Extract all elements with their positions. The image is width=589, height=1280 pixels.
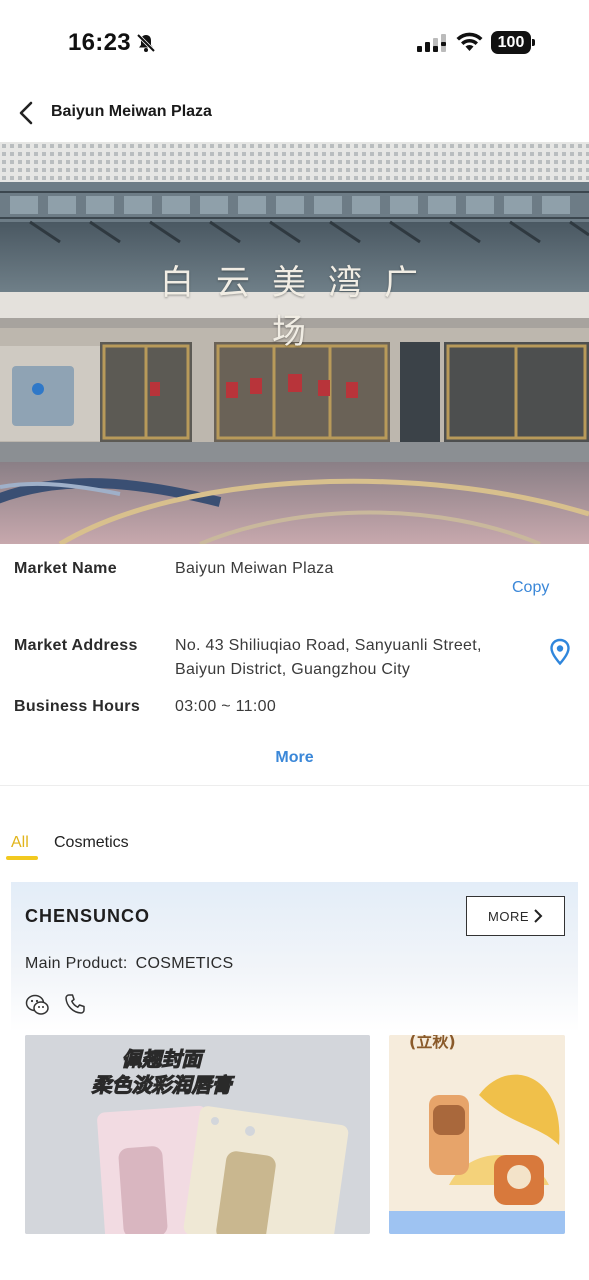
chevron-right-icon — [534, 909, 543, 923]
store-name: CHENSUNCO — [25, 906, 151, 926]
main-product: Main Product: COSMETICS — [25, 955, 233, 973]
tab-cosmetics[interactable]: Cosmetics — [54, 834, 129, 852]
nav-bar: Baiyun Meiwan Plaza — [0, 84, 589, 142]
market-photo: 白云美湾广场 — [0, 142, 589, 544]
battery-level: 100 — [491, 31, 531, 54]
battery-icon: 100 — [491, 31, 535, 54]
status-bar: 16:23 100 — [0, 0, 589, 84]
business-hours-label: Business Hours — [14, 698, 141, 715]
status-time: 16:23 — [68, 29, 131, 56]
back-chevron-icon[interactable] — [14, 98, 38, 128]
tab-all[interactable]: All — [11, 834, 29, 852]
svg-text:(立秋): (立秋) — [409, 1035, 456, 1051]
market-info: Market Name Baiyun Meiwan Plaza Copy Mar… — [0, 544, 589, 786]
main-product-value: COSMETICS — [135, 955, 234, 972]
signal-icon — [417, 34, 446, 52]
market-name-value: Baiyun Meiwan Plaza — [175, 560, 334, 577]
product-caption-line-1: 佩翘封面 — [121, 1047, 202, 1072]
wechat-icon[interactable] — [25, 993, 50, 1017]
bell-slash-icon — [136, 33, 156, 53]
product-image[interactable]: 佩翘封面 柔色淡彩润唇膏 — [25, 1035, 370, 1234]
category-tabs: All Cosmetics — [0, 826, 589, 866]
market-address-value: No. 43 Shiliuqiao Road, Sanyuanli Street… — [175, 634, 535, 682]
market-address-label: Market Address — [14, 637, 138, 654]
copy-button[interactable]: Copy — [512, 579, 549, 597]
wifi-icon — [456, 32, 483, 51]
active-tab-indicator — [6, 856, 38, 860]
store-card[interactable]: CHENSUNCO MORE Main Product: COSMETICS 佩翘… — [11, 882, 578, 1280]
more-info-button[interactable]: More — [0, 749, 589, 767]
address-line-2: Baiyun District, Guangzhou City — [175, 661, 411, 678]
address-line-1: No. 43 Shiliuqiao Road, Sanyuanli Street… — [175, 637, 482, 654]
main-product-label: Main Product: — [25, 955, 128, 972]
page-title: Baiyun Meiwan Plaza — [51, 103, 212, 120]
market-sign-text: 白云美湾广场 — [160, 263, 440, 352]
product-caption-line-2: 柔色淡彩润唇膏 — [91, 1073, 232, 1098]
store-more-button[interactable]: MORE — [466, 896, 565, 936]
market-name-label: Market Name — [14, 560, 117, 577]
phone-icon[interactable] — [64, 993, 86, 1015]
location-pin-icon[interactable] — [549, 638, 571, 666]
business-hours-value: 03:00 ~ 11:00 — [175, 698, 277, 715]
store-more-label: MORE — [488, 908, 529, 924]
product-image[interactable]: (立秋) — [389, 1035, 565, 1234]
